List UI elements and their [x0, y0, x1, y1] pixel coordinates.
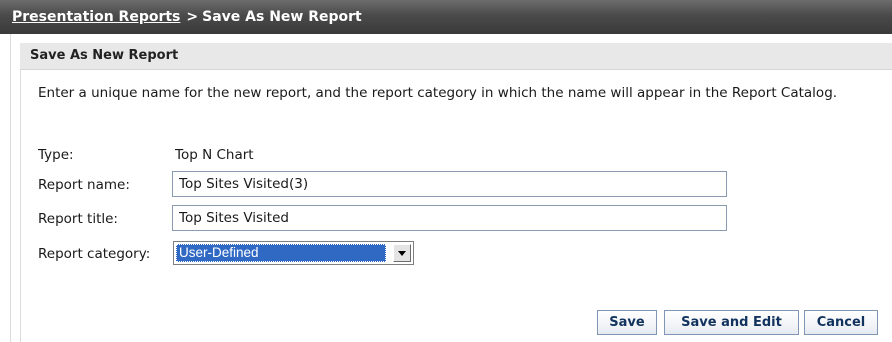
- report-name-label: Report name:: [38, 177, 130, 193]
- breadcrumb: Presentation Reports > Save As New Report: [12, 9, 362, 25]
- instructions-text: Enter a unique name for the new report, …: [38, 85, 838, 101]
- save-and-edit-button[interactable]: Save and Edit: [664, 310, 799, 335]
- frame-divider: [10, 34, 11, 342]
- breadcrumb-link-presentation-reports[interactable]: Presentation Reports: [12, 9, 180, 25]
- header-bar: Presentation Reports > Save As New Report: [0, 0, 892, 34]
- panel-border: [20, 70, 21, 342]
- report-category-select[interactable]: User-Defined: [173, 241, 414, 265]
- report-title-label: Report title:: [38, 211, 118, 227]
- report-name-input[interactable]: [172, 171, 727, 197]
- breadcrumb-separator: >: [186, 9, 199, 25]
- save-button[interactable]: Save: [597, 310, 657, 335]
- chevron-down-icon[interactable]: [393, 244, 411, 262]
- report-category-selected-value: User-Defined: [176, 244, 386, 262]
- type-value: Top N Chart: [175, 147, 254, 163]
- report-title-input[interactable]: [172, 205, 727, 231]
- cancel-button[interactable]: Cancel: [804, 310, 878, 335]
- type-label: Type:: [38, 147, 74, 163]
- breadcrumb-current: Save As New Report: [202, 9, 362, 25]
- panel-title: Save As New Report: [30, 48, 179, 63]
- panel-heading: Save As New Report: [20, 42, 892, 70]
- report-category-label: Report category:: [38, 246, 151, 262]
